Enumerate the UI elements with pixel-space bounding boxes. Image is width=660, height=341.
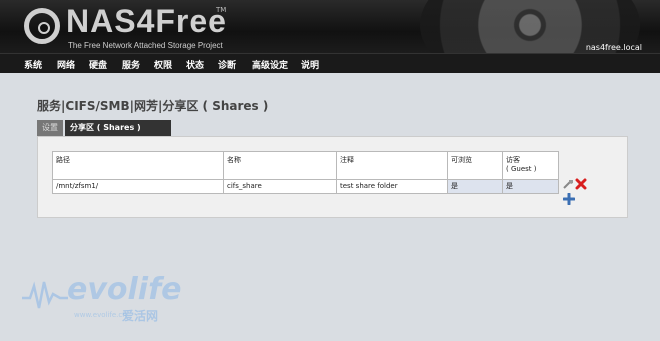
cell-guest: 是: [502, 179, 559, 194]
cell-path: /mnt/zfsm1/: [52, 179, 224, 194]
watermark-brand: evolife: [67, 272, 182, 307]
menu-item-advanced[interactable]: 高级设定: [252, 58, 288, 71]
tab-shares[interactable]: 分享区 ( Shares ): [65, 120, 171, 136]
table-row[interactable]: /mnt/zfsm1/ cifs_share test share folder…: [52, 179, 559, 194]
logo-text: NAS4Free: [66, 3, 227, 39]
watermark-pulse-icon: [22, 281, 68, 309]
tab-settings[interactable]: 设置: [37, 120, 63, 136]
menu-item-network[interactable]: 网络: [57, 58, 75, 71]
logo-trademark: TM: [216, 6, 227, 14]
watermark-url: www.evolife.cn: [74, 311, 127, 319]
app-header: NAS4Free TM The Free Network Attached St…: [0, 0, 660, 53]
hostname: nas4free.local: [585, 43, 642, 52]
cell-name: cifs_share: [223, 179, 337, 194]
page-title: 服务|CIFS/SMB|网芳|分享区 ( Shares ): [37, 99, 269, 113]
main-menu: 系统 网络 硬盘 服务 权限 状态 诊断 高级设定 说明: [0, 53, 660, 73]
add-icon[interactable]: [563, 193, 575, 205]
guest-header-line1: 访客: [506, 156, 520, 164]
edit-icon[interactable]: [563, 179, 574, 189]
menu-item-access[interactable]: 权限: [154, 58, 172, 71]
menu-item-diagnostics[interactable]: 诊断: [218, 58, 236, 71]
menu-item-services[interactable]: 服务: [122, 58, 140, 71]
column-header-comment: 注释: [336, 151, 448, 180]
guest-header-line2: ( Guest ): [506, 165, 537, 173]
menu-item-help[interactable]: 说明: [301, 58, 319, 71]
cell-comment: test share folder: [336, 179, 448, 194]
tagline: The Free Network Attached Storage Projec…: [68, 41, 223, 50]
column-header-guest: 访客 ( Guest ): [502, 151, 559, 180]
column-header-name: 名称: [223, 151, 337, 180]
menu-item-disks[interactable]: 硬盘: [89, 58, 107, 71]
column-header-path: 路径: [52, 151, 224, 180]
menu-item-system[interactable]: 系统: [24, 58, 42, 71]
table-header-row: 路径 名称 注释 可浏览 访客 ( Guest ): [52, 151, 559, 180]
watermark-cn: 爱活网: [122, 309, 159, 323]
shares-panel: 路径 名称 注释 可浏览 访客 ( Guest ) /mnt/zfsm1/ ci…: [37, 136, 628, 218]
delete-icon[interactable]: [575, 178, 587, 190]
column-header-browseable: 可浏览: [447, 151, 503, 180]
cell-browseable: 是: [447, 179, 503, 194]
menu-item-status[interactable]: 状态: [186, 58, 204, 71]
logo-icon: [24, 8, 60, 44]
shares-table: 路径 名称 注释 可浏览 访客 ( Guest ) /mnt/zfsm1/ ci…: [52, 151, 559, 194]
